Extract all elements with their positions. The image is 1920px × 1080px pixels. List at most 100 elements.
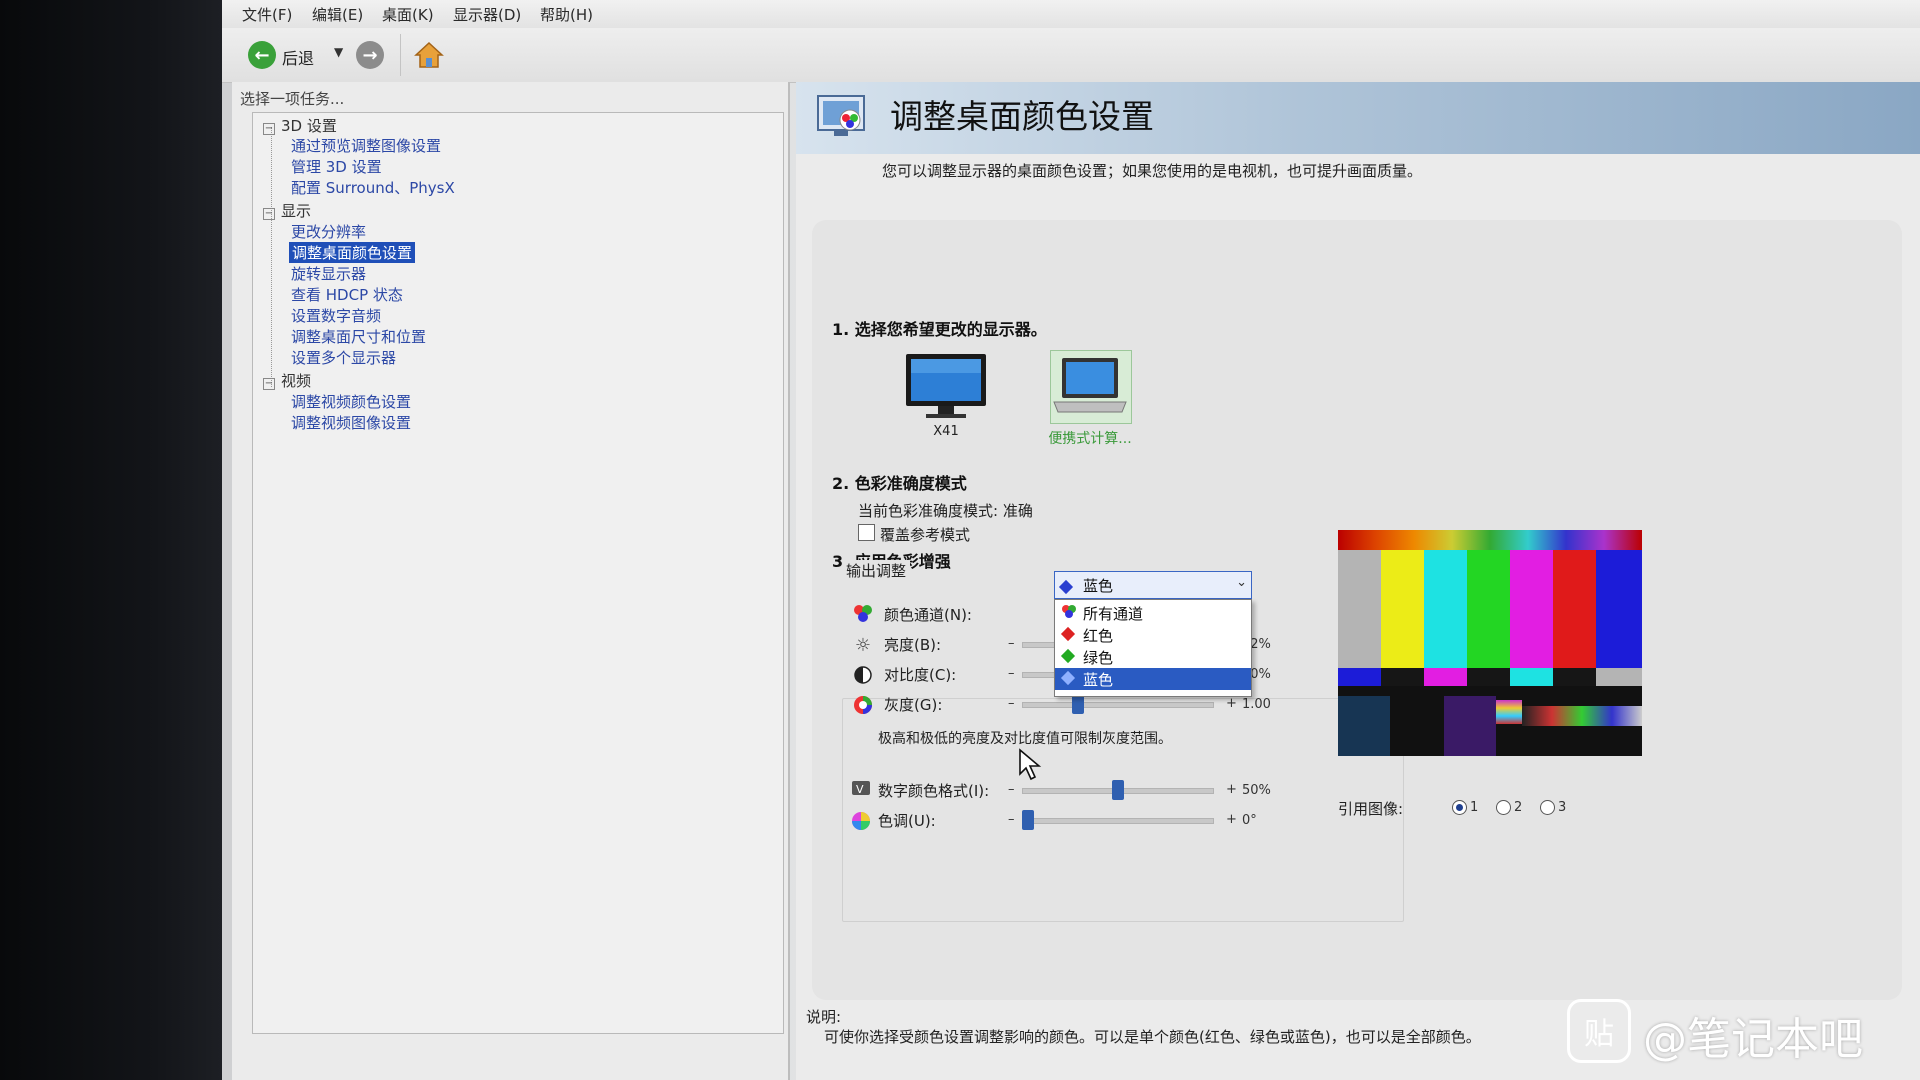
toolbar-divider bbox=[400, 34, 401, 76]
tree-item-desktop-size[interactable]: 调整桌面尺寸和位置 bbox=[291, 326, 426, 347]
contrast-minus[interactable]: – bbox=[1008, 666, 1015, 681]
tree-group-label: 3D 设置 bbox=[281, 117, 337, 135]
color-channel-selected-value: 蓝色 bbox=[1083, 577, 1114, 595]
gamma-slider-track[interactable] bbox=[1022, 702, 1214, 708]
tieba-logo-icon: 贴 bbox=[1567, 999, 1631, 1063]
tree-group-label: 视频 bbox=[281, 372, 312, 390]
override-reference-label: 覆盖参考模式 bbox=[880, 526, 971, 544]
digital-format-label: 数字颜色格式(I): bbox=[878, 782, 990, 800]
tree-group-video[interactable]: − 视频 bbox=[263, 370, 311, 391]
output-adjust-legend: 输出调整 bbox=[842, 560, 911, 581]
monitor-bezel bbox=[0, 0, 222, 1080]
menu-help[interactable]: 帮助(H) bbox=[540, 4, 593, 25]
settings-panel: 1. 选择您希望更改的显示器。 X41 便携式计算... 2. 色彩准确度模式 … bbox=[812, 220, 1902, 1000]
svg-text:V: V bbox=[856, 783, 864, 796]
color-channel-icon bbox=[852, 602, 874, 624]
toolbar: ← 后退 ▼ → bbox=[222, 28, 1920, 83]
section-color-accuracy: 2. 色彩准确度模式 bbox=[832, 474, 967, 493]
display-option-x41[interactable]: X41 bbox=[900, 352, 992, 442]
red-diamond-icon bbox=[1060, 626, 1076, 643]
blue-diamond-icon bbox=[1060, 670, 1076, 687]
desktop-color-icon bbox=[814, 90, 870, 142]
menu-display[interactable]: 显示器(D) bbox=[453, 4, 521, 25]
hue-minus[interactable]: – bbox=[1008, 812, 1015, 827]
all-channels-icon bbox=[1061, 604, 1077, 622]
back-arrow-icon[interactable]: ← bbox=[248, 41, 276, 69]
tree-item-hdcp[interactable]: 查看 HDCP 状态 bbox=[291, 284, 403, 305]
ref-image-radio-2[interactable] bbox=[1496, 800, 1511, 815]
watermark-text: @笔记本吧 bbox=[1643, 1014, 1863, 1065]
digital-format-icon: V bbox=[850, 778, 872, 800]
tree-item-manage-3d[interactable]: 管理 3D 设置 bbox=[291, 156, 382, 177]
display-option-laptop[interactable]: 便携式计算... bbox=[1042, 350, 1138, 447]
nvidia-control-panel-window: 文件(F) 编辑(E) 桌面(K) 显示器(D) 帮助(H) ← 后退 ▼ → … bbox=[222, 0, 1920, 1080]
gamma-icon bbox=[852, 694, 874, 716]
collapse-icon[interactable]: − bbox=[263, 378, 275, 390]
reference-color-bars-image bbox=[1338, 530, 1642, 756]
description-text: 可使你选择受颜色设置调整影响的颜色。可以是单个颜色(红色、绿色或蓝色)，也可以是… bbox=[824, 1028, 1481, 1046]
contrast-label: 对比度(C): bbox=[884, 666, 957, 684]
laptop-icon bbox=[1053, 358, 1127, 413]
color-channel-select[interactable]: 蓝色 ⌄ bbox=[1054, 571, 1252, 599]
tree-group-display[interactable]: − 显示 bbox=[263, 200, 311, 221]
task-sidebar: 选择一项任务... −3D 设置 通过预览调整图像设置 管理 3D 设置 配置 … bbox=[232, 82, 790, 1080]
page-title: 调整桌面颜色设置 bbox=[890, 97, 1154, 136]
task-tree: −3D 设置 通过预览调整图像设置 管理 3D 设置 配置 Surround、P… bbox=[252, 112, 784, 1034]
channel-option-label: 所有通道 bbox=[1083, 605, 1144, 623]
tree-item-preview-image[interactable]: 通过预览调整图像设置 bbox=[291, 135, 441, 156]
brightness-minus[interactable]: – bbox=[1008, 636, 1015, 651]
channel-option-red[interactable]: 红色 bbox=[1055, 624, 1251, 646]
hue-slider-track[interactable] bbox=[1022, 818, 1214, 824]
display-name-label: 便携式计算... bbox=[1048, 431, 1132, 447]
tree-item-surround-physx[interactable]: 配置 Surround、PhysX bbox=[291, 177, 455, 198]
main-content: 调整桌面颜色设置 您可以调整显示器的桌面颜色设置；如果您使用的是电视机，也可提升… bbox=[796, 82, 1920, 1080]
gamma-value: 1.00 bbox=[1242, 697, 1271, 712]
back-history-dropdown-icon[interactable]: ▼ bbox=[334, 45, 343, 59]
digital-format-plus[interactable]: + bbox=[1226, 782, 1237, 797]
menu-file[interactable]: 文件(F) bbox=[242, 4, 292, 25]
channel-option-all[interactable]: 所有通道 bbox=[1055, 602, 1251, 624]
page-intro: 您可以调整显示器的桌面颜色设置；如果您使用的是电视机，也可提升画面质量。 bbox=[882, 162, 1423, 180]
sidebar-title: 选择一项任务... bbox=[240, 90, 345, 108]
ref-image-radio-1[interactable] bbox=[1452, 800, 1467, 815]
tree-item-desktop-color[interactable]: 调整桌面颜色设置 bbox=[289, 242, 416, 263]
channel-option-blue[interactable]: 蓝色 bbox=[1055, 668, 1251, 690]
tree-item-video-image[interactable]: 调整视频图像设置 bbox=[291, 412, 411, 433]
gamma-slider-thumb[interactable] bbox=[1072, 694, 1084, 714]
collapse-icon[interactable]: − bbox=[263, 208, 275, 220]
home-icon[interactable] bbox=[414, 40, 444, 70]
page-banner: 调整桌面颜色设置 bbox=[796, 82, 1920, 154]
override-reference-checkbox[interactable] bbox=[858, 524, 875, 541]
forward-arrow-icon[interactable]: → bbox=[356, 41, 384, 69]
brightness-icon: ☼ bbox=[854, 634, 872, 656]
chevron-down-icon[interactable]: ⌄ bbox=[1236, 575, 1247, 590]
gamma-minus[interactable]: – bbox=[1008, 696, 1015, 711]
menu-edit[interactable]: 编辑(E) bbox=[312, 4, 363, 25]
accuracy-mode-text: 当前色彩准确度模式: 准确 bbox=[858, 502, 1033, 520]
menu-bar: 文件(F) 编辑(E) 桌面(K) 显示器(D) 帮助(H) bbox=[222, 0, 1920, 29]
collapse-icon[interactable]: − bbox=[263, 123, 275, 135]
ref-image-radio-3[interactable] bbox=[1540, 800, 1555, 815]
green-diamond-icon bbox=[1060, 648, 1076, 665]
tree-item-digital-audio[interactable]: 设置数字音频 bbox=[291, 305, 381, 326]
hue-slider-thumb[interactable] bbox=[1022, 810, 1034, 830]
hue-label: 色调(U): bbox=[878, 812, 936, 830]
tree-item-multi-display[interactable]: 设置多个显示器 bbox=[291, 347, 396, 368]
gamma-plus[interactable]: + bbox=[1226, 696, 1237, 711]
tree-item-rotate[interactable]: 旋转显示器 bbox=[291, 263, 366, 284]
channel-option-label: 绿色 bbox=[1083, 649, 1114, 667]
tree-group-label: 显示 bbox=[281, 202, 312, 220]
digital-format-minus[interactable]: – bbox=[1008, 782, 1015, 797]
digital-format-slider-thumb[interactable] bbox=[1112, 780, 1124, 800]
tree-group-3d[interactable]: −3D 设置 bbox=[263, 115, 337, 136]
back-button-label[interactable]: 后退 bbox=[282, 45, 314, 69]
channel-option-label: 蓝色 bbox=[1083, 671, 1114, 689]
ref-image-option-label: 2 bbox=[1514, 800, 1523, 815]
channel-option-green[interactable]: 绿色 bbox=[1055, 646, 1251, 668]
menu-desktop[interactable]: 桌面(K) bbox=[382, 4, 434, 25]
hue-plus[interactable]: + bbox=[1226, 812, 1237, 827]
tree-item-resolution[interactable]: 更改分辨率 bbox=[291, 221, 366, 242]
channel-option-label: 红色 bbox=[1083, 627, 1114, 645]
brightness-label: 亮度(B): bbox=[884, 636, 942, 654]
tree-item-video-color[interactable]: 调整视频颜色设置 bbox=[291, 391, 411, 412]
